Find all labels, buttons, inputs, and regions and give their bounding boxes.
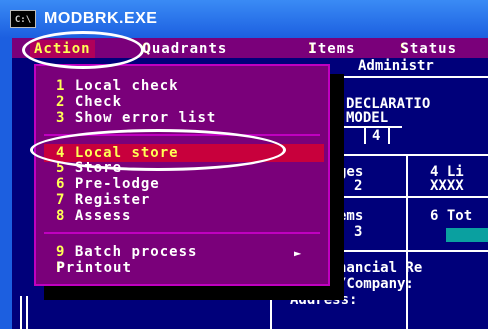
menu-item-printout[interactable]: PPrintout xyxy=(56,260,132,276)
annotation-circle xyxy=(30,129,286,171)
divider xyxy=(338,154,488,156)
menu-separator xyxy=(44,232,320,234)
divider xyxy=(338,76,488,78)
divider xyxy=(388,126,390,144)
menu-status[interactable]: SStatus xyxy=(400,41,457,57)
financial-label: nancial Re xyxy=(338,260,423,276)
submenu-arrow-icon: ► xyxy=(294,246,302,260)
dropdown-shadow xyxy=(330,74,344,300)
action-dropdown-menu: 1 Local check 2 Check 3 Show error list … xyxy=(34,64,330,286)
divider xyxy=(338,250,488,252)
frame-line xyxy=(270,296,272,329)
menu-items[interactable]: IItems xyxy=(308,41,356,57)
dropdown-shadow xyxy=(44,286,340,300)
window-frame-left xyxy=(0,38,12,329)
menu-item-register[interactable]: 7 Register xyxy=(56,192,150,208)
menu-item-pre-lodge[interactable]: 6 Pre-lodge xyxy=(56,176,160,192)
tot-label: 6 Tot xyxy=(430,208,473,224)
frame-line xyxy=(26,296,28,329)
frame-line xyxy=(20,296,22,329)
menu-item-check[interactable]: 2 Check xyxy=(56,94,122,110)
window-title: MODBRK.EXE xyxy=(44,10,158,27)
li-value: XXXX xyxy=(430,178,464,194)
model-value: 4 xyxy=(372,128,381,144)
menu-item-show-error-list[interactable]: 3 Show error list xyxy=(56,110,216,126)
menu-quadrants[interactable]: QQuadrants xyxy=(142,41,227,57)
tot-field[interactable] xyxy=(446,228,488,242)
menu-item-local-check[interactable]: 1 Local check xyxy=(56,78,179,94)
model-label: MODEL xyxy=(346,110,389,126)
menu-item-assess[interactable]: 8 Assess xyxy=(56,208,131,224)
divider xyxy=(338,196,488,198)
menu-item-batch-process[interactable]: 9 Batch process xyxy=(56,244,197,260)
administr-label: Administr xyxy=(358,58,434,74)
ges-value: 2 xyxy=(354,178,363,194)
company-label: /Company: xyxy=(338,276,414,292)
divider xyxy=(364,126,366,144)
ems-value: 3 xyxy=(354,224,363,240)
console-icon[interactable]: C:\ xyxy=(10,10,36,28)
annotation-circle xyxy=(22,31,144,69)
grid-vline xyxy=(406,156,408,329)
